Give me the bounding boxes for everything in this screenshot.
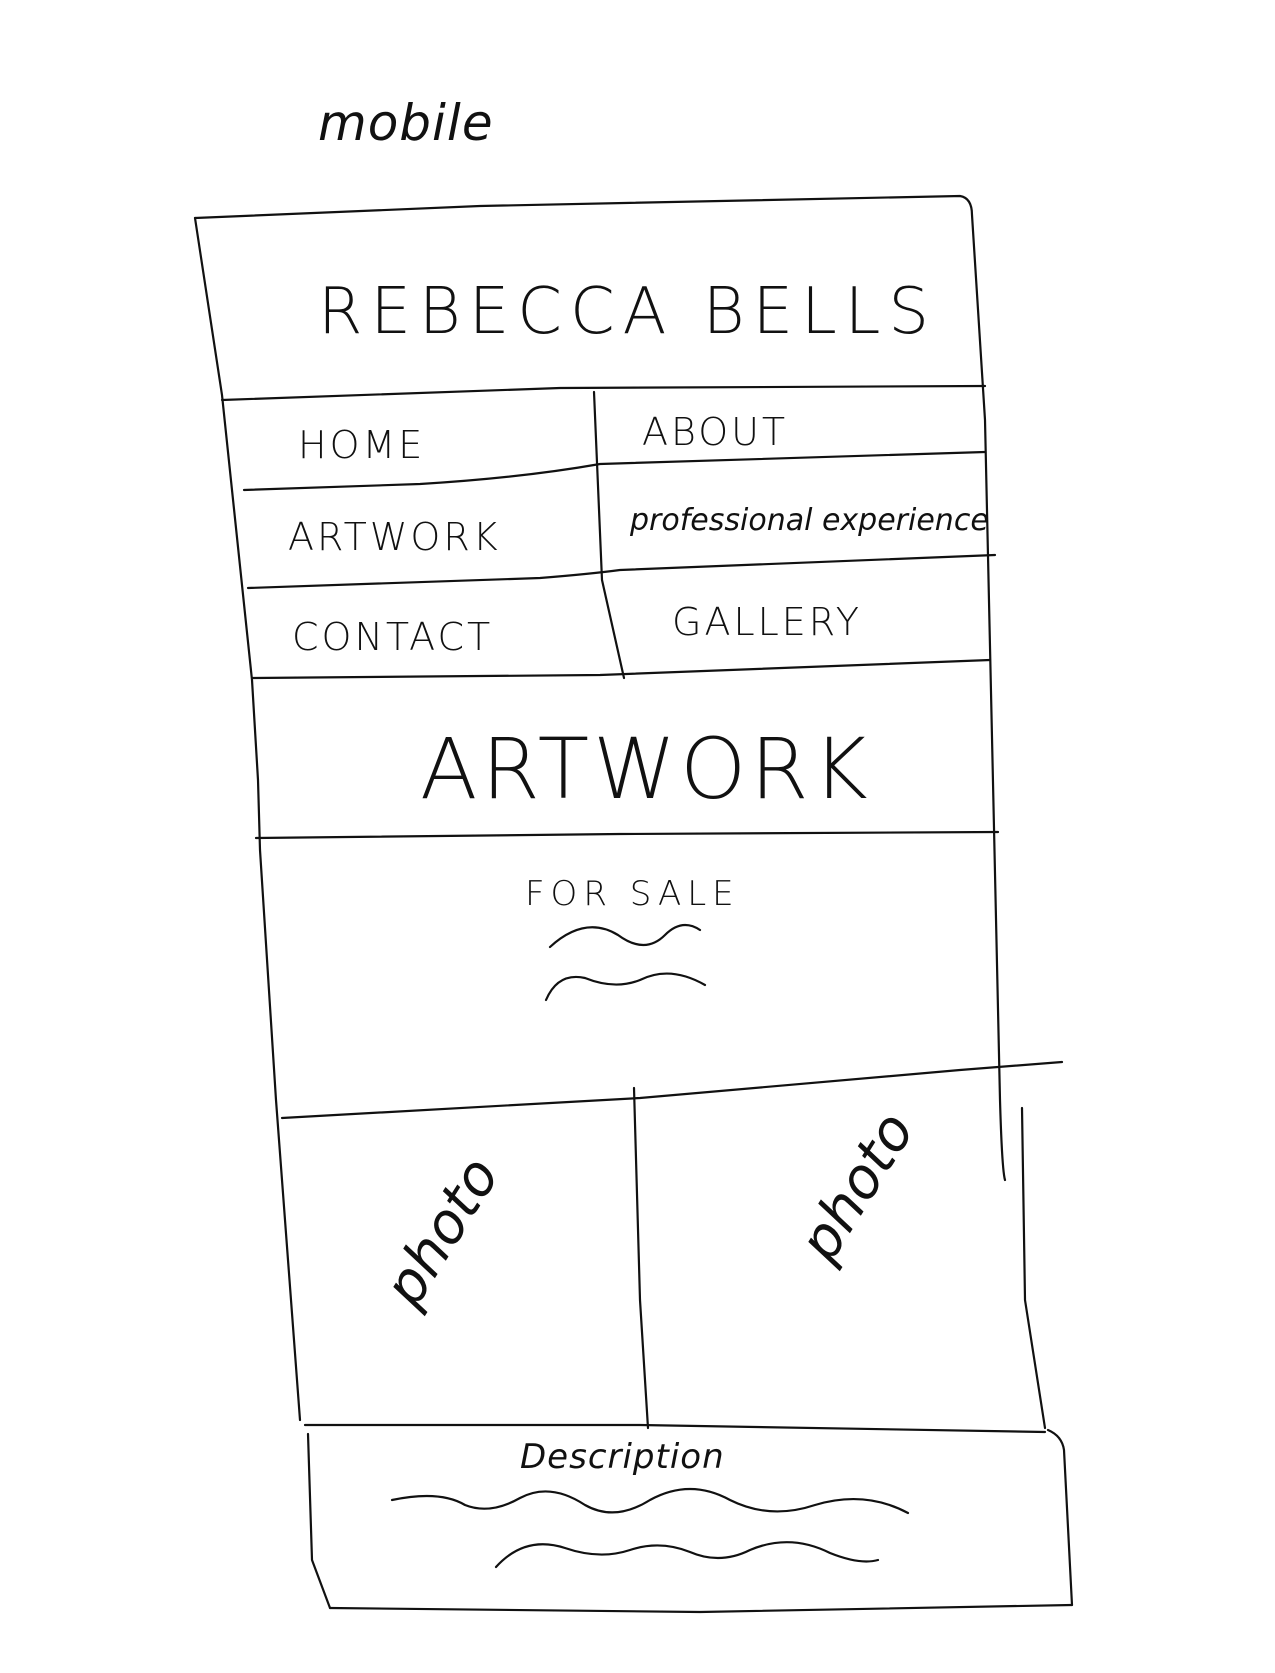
photo-placeholder-right[interactable]: photo bbox=[786, 1101, 927, 1273]
photo-placeholder-left[interactable]: photo bbox=[371, 1146, 512, 1318]
description-section: Description bbox=[306, 1428, 1074, 1614]
mobile-wireframe-sketch: mobile REBECCA BELLS HOME ABOUT ARTWORK … bbox=[193, 94, 1074, 1614]
placeholder-text-line bbox=[548, 923, 702, 949]
for-sale-heading: FOR SALE bbox=[525, 874, 740, 914]
nav-item-gallery[interactable]: GALLERY bbox=[672, 600, 862, 644]
placeholder-text-line bbox=[390, 1487, 910, 1515]
for-sale-section: FOR SALE bbox=[280, 874, 1064, 1120]
nav-item-home[interactable]: HOME bbox=[298, 423, 425, 467]
site-title: REBECCA BELLS bbox=[318, 275, 937, 349]
caption-mobile: mobile bbox=[318, 94, 494, 152]
nav-item-contact[interactable]: CONTACT bbox=[292, 615, 493, 659]
placeholder-text-line bbox=[494, 1541, 880, 1569]
photo-label-left: photo bbox=[371, 1146, 512, 1318]
page-heading-section: ARTWORK bbox=[254, 720, 1000, 840]
placeholder-text-line bbox=[544, 972, 707, 1002]
page-heading: ARTWORK bbox=[420, 720, 872, 818]
header: REBECCA BELLS bbox=[220, 275, 987, 402]
nav-item-artwork[interactable]: ARTWORK bbox=[288, 515, 501, 559]
nav-item-about[interactable]: ABOUT bbox=[642, 410, 788, 454]
photo-label-right: photo bbox=[786, 1101, 927, 1273]
description-label: Description bbox=[520, 1437, 725, 1477]
nav-item-professional-experience[interactable]: professional experience bbox=[629, 503, 989, 538]
